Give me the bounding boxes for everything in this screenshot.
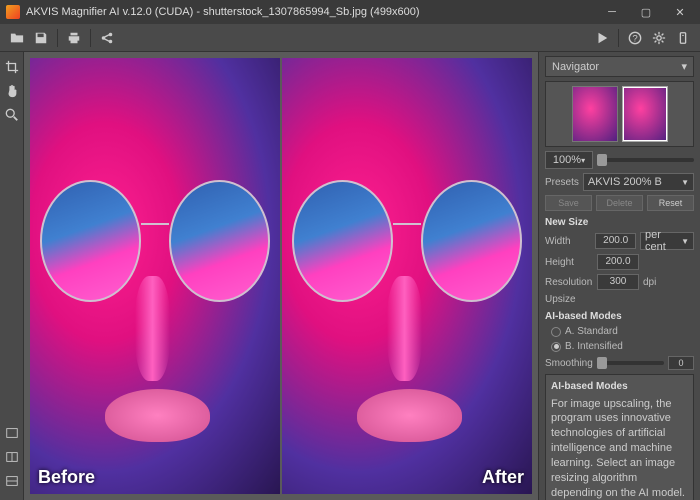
separator	[57, 29, 58, 47]
after-label: After	[482, 467, 524, 488]
info-panel: AI-based Modes For image upscaling, the …	[545, 374, 694, 500]
title-bar: AKVIS Magnifier AI v.12.0 (CUDA) - shutt…	[0, 0, 700, 24]
maximize-button[interactable]: ▢	[632, 2, 660, 22]
info-title: AI-based Modes	[551, 380, 688, 394]
unit-dropdown[interactable]: per cent▼	[640, 232, 694, 250]
hand-tool-button[interactable]	[1, 80, 23, 102]
before-label: Before	[38, 467, 95, 488]
resolution-label: Resolution	[545, 277, 593, 288]
zoom-slider[interactable]	[597, 158, 694, 162]
radio-icon	[551, 327, 561, 337]
preset-save-button[interactable]: Save	[545, 195, 592, 211]
navigator-header[interactable]: Navigator ▾	[545, 56, 694, 77]
nav-thumb-after[interactable]	[622, 86, 668, 142]
preset-reset-button[interactable]: Reset	[647, 195, 694, 211]
nav-thumb-before[interactable]	[572, 86, 618, 142]
upsize-label: Upsize	[545, 294, 694, 305]
settings-button[interactable]	[648, 27, 670, 49]
separator	[90, 29, 91, 47]
help-button[interactable]: ?	[624, 27, 646, 49]
save-file-button[interactable]	[30, 27, 52, 49]
smoothing-label: Smoothing	[545, 358, 593, 369]
modes-title: AI-based Modes	[545, 311, 694, 322]
separator	[618, 29, 619, 47]
main-toolbar: ?	[0, 24, 700, 52]
app-logo-icon	[6, 5, 20, 19]
zoom-dropdown[interactable]: 100% ▾	[545, 151, 593, 169]
info-body: For image upscaling, the program uses in…	[551, 397, 688, 500]
chevron-down-icon: ▾	[681, 60, 687, 73]
height-input[interactable]: 200.0	[597, 254, 639, 270]
window-title: AKVIS Magnifier AI v.12.0 (CUDA) - shutt…	[26, 6, 592, 18]
image-canvas[interactable]: Before After	[24, 52, 538, 500]
before-pane: Before	[30, 58, 280, 494]
mode-b-radio[interactable]: B. Intensified	[545, 341, 694, 352]
mode-a-radio[interactable]: A. Standard	[545, 326, 694, 337]
preset-delete-button[interactable]: Delete	[596, 195, 643, 211]
navigator-title: Navigator	[552, 61, 599, 73]
view-split-v-button[interactable]	[1, 470, 23, 492]
width-label: Width	[545, 236, 591, 247]
smoothing-value[interactable]: 0	[668, 356, 694, 370]
smoothing-slider[interactable]	[597, 361, 664, 365]
presets-dropdown[interactable]: AKVIS 200% B▼	[583, 173, 694, 191]
svg-text:?: ?	[632, 33, 637, 44]
print-button[interactable]	[63, 27, 85, 49]
open-file-button[interactable]	[6, 27, 28, 49]
right-panel: Navigator ▾ 100% ▾ Presets AKVIS 200% B▼…	[538, 52, 700, 500]
view-split-h-button[interactable]	[1, 446, 23, 468]
resolution-unit: dpi	[643, 277, 656, 288]
left-toolbar	[0, 52, 24, 500]
radio-checked-icon	[551, 342, 561, 352]
minimize-button[interactable]: ─	[598, 2, 626, 22]
view-single-button[interactable]	[1, 422, 23, 444]
newsize-title: New Size	[545, 217, 694, 228]
crop-tool-button[interactable]	[1, 56, 23, 78]
after-pane: After	[282, 58, 532, 494]
run-button[interactable]	[591, 27, 613, 49]
chevron-down-icon: ▼	[681, 178, 689, 187]
content-area: Before After Navigator ▾ 100% ▾ Presets …	[0, 52, 700, 500]
presets-label: Presets	[545, 177, 579, 188]
share-button[interactable]	[96, 27, 118, 49]
resolution-input[interactable]: 300	[597, 274, 639, 290]
zoom-tool-button[interactable]	[1, 104, 23, 126]
width-input[interactable]: 200.0	[595, 233, 636, 249]
info-button[interactable]	[672, 27, 694, 49]
height-label: Height	[545, 257, 593, 268]
navigator-thumbnails[interactable]	[545, 81, 694, 147]
close-button[interactable]: ✕	[666, 2, 694, 22]
